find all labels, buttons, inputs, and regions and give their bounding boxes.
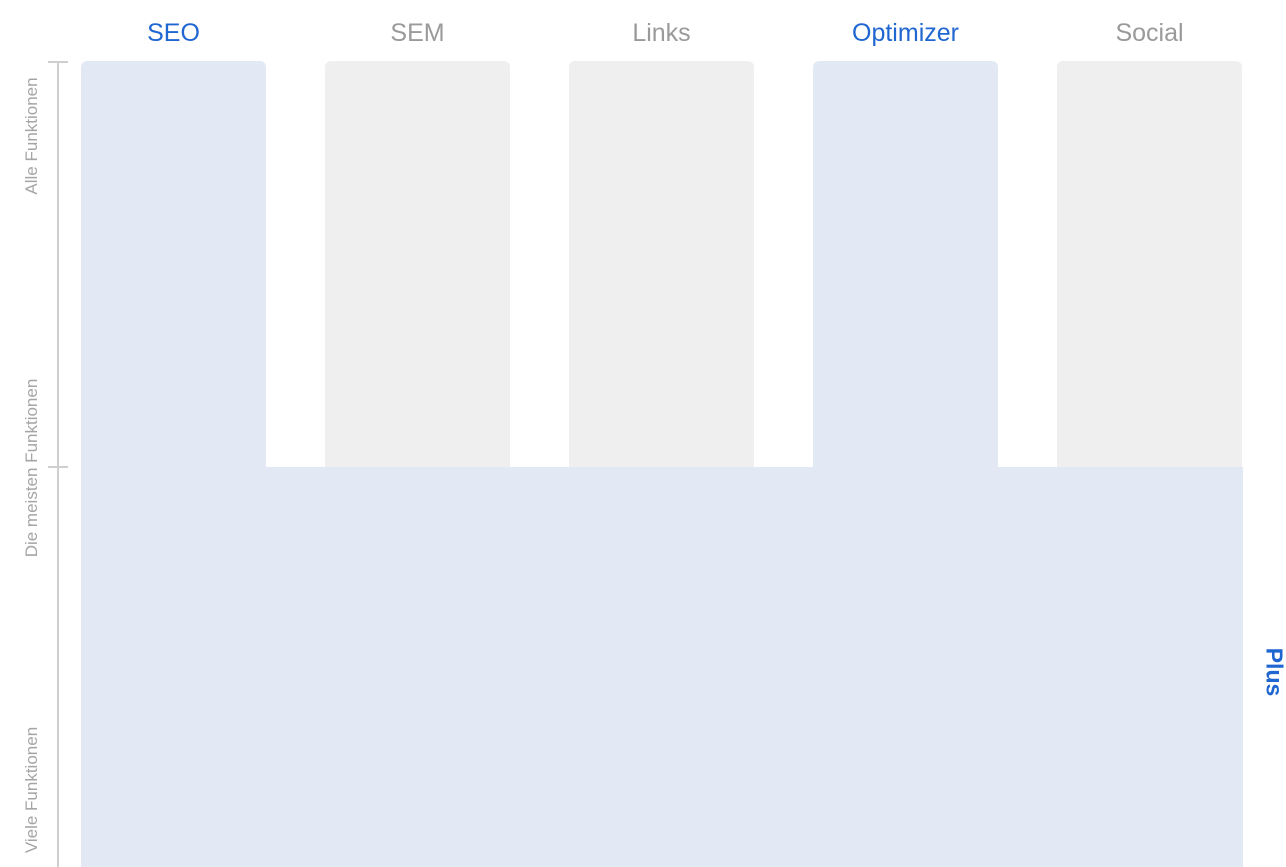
tab-sem[interactable]: SEM (325, 16, 510, 50)
column-optimizer (813, 61, 998, 468)
feature-comparison-page: SEO SEM Links Optimizer Social Alle Funk… (0, 0, 1286, 867)
column-sem (325, 61, 510, 468)
plan-label: Plus (1261, 647, 1286, 697)
column-links (569, 61, 754, 468)
tab-links[interactable]: Links (569, 16, 754, 50)
tier-tick-middle (48, 466, 68, 468)
tier-axis (57, 61, 59, 867)
tier-label-bottom: Viele Funktionen (22, 726, 41, 854)
tier-label-top: Alle Funktionen (22, 77, 41, 195)
tab-seo[interactable]: SEO (81, 16, 266, 50)
column-social (1057, 61, 1242, 468)
tier-tick-top (48, 61, 68, 63)
tier-label-middle: Die meisten Funktionen (22, 378, 41, 558)
column-seo (81, 61, 266, 468)
product-tabs: SEO SEM Links Optimizer Social (0, 0, 1286, 60)
plan-band (81, 467, 1243, 867)
tab-optimizer[interactable]: Optimizer (813, 16, 998, 50)
tab-social[interactable]: Social (1057, 16, 1242, 50)
product-columns (0, 0, 1286, 867)
